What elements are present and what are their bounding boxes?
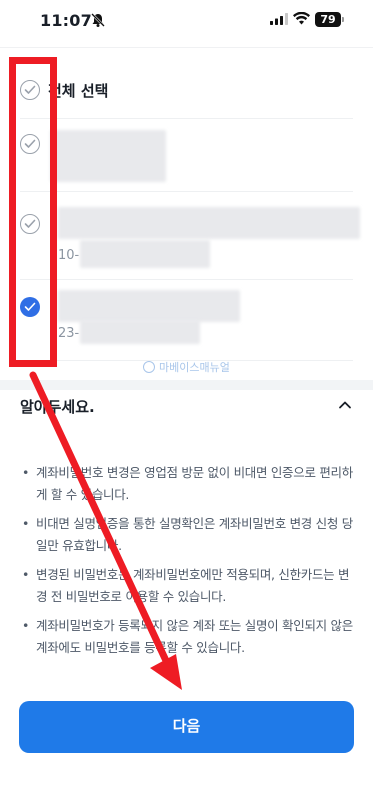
account-number: 23- [58, 326, 80, 341]
account-number-redacted [80, 240, 210, 268]
annotation-highlight-box [9, 57, 57, 367]
next-button[interactable]: 다음 [19, 701, 354, 753]
select-all-label: 전체 선택 [48, 82, 109, 100]
row-divider [20, 118, 353, 119]
notice-list: 계좌비밀번호 변경은 영업점 방문 없이 비대면 인증으로 편리하게 할 수 있… [20, 462, 355, 666]
account-number: 10- [58, 248, 80, 263]
section-divider [0, 380, 373, 390]
account-number-redacted [80, 320, 200, 344]
notice-title: 알아두세요. [20, 398, 95, 416]
notice-item: 변경된 비밀번호는 계좌비밀번호에만 적용되며, 신한카드는 변경 전 비밀번호… [20, 564, 355, 608]
row-divider [20, 279, 353, 280]
account-name-redacted [58, 290, 240, 322]
notice-item: 계좌비밀번호 변경은 영업점 방문 없이 비대면 인증으로 편리하게 할 수 있… [20, 462, 355, 506]
account-name-redacted [58, 207, 360, 239]
battery-icon: 79 [315, 12, 341, 27]
header-divider [0, 47, 373, 48]
notice-item: 계좌비밀번호가 등록되지 않은 계좌 또는 실명이 확인되지 않은 계좌에도 비… [20, 615, 355, 659]
account-name-redacted [50, 130, 166, 182]
wifi-icon [293, 12, 310, 25]
battery-tip [342, 17, 344, 22]
bell-slash-icon [91, 13, 105, 27]
watermark: 마베이스매뉴얼 [143, 359, 230, 375]
row-divider [20, 191, 353, 192]
notice-item: 비대면 실명인증을 통한 실명확인은 계좌비밀번호 변경 신청 당일만 유효합니… [20, 513, 355, 557]
status-bar: 11:07 79 [0, 0, 373, 40]
status-time: 11:07 [40, 11, 92, 30]
watermark-text: 마베이스매뉴얼 [159, 361, 230, 374]
watermark-logo-icon [143, 361, 155, 373]
signal-icon [270, 13, 288, 25]
chevron-up-icon[interactable] [338, 398, 352, 412]
